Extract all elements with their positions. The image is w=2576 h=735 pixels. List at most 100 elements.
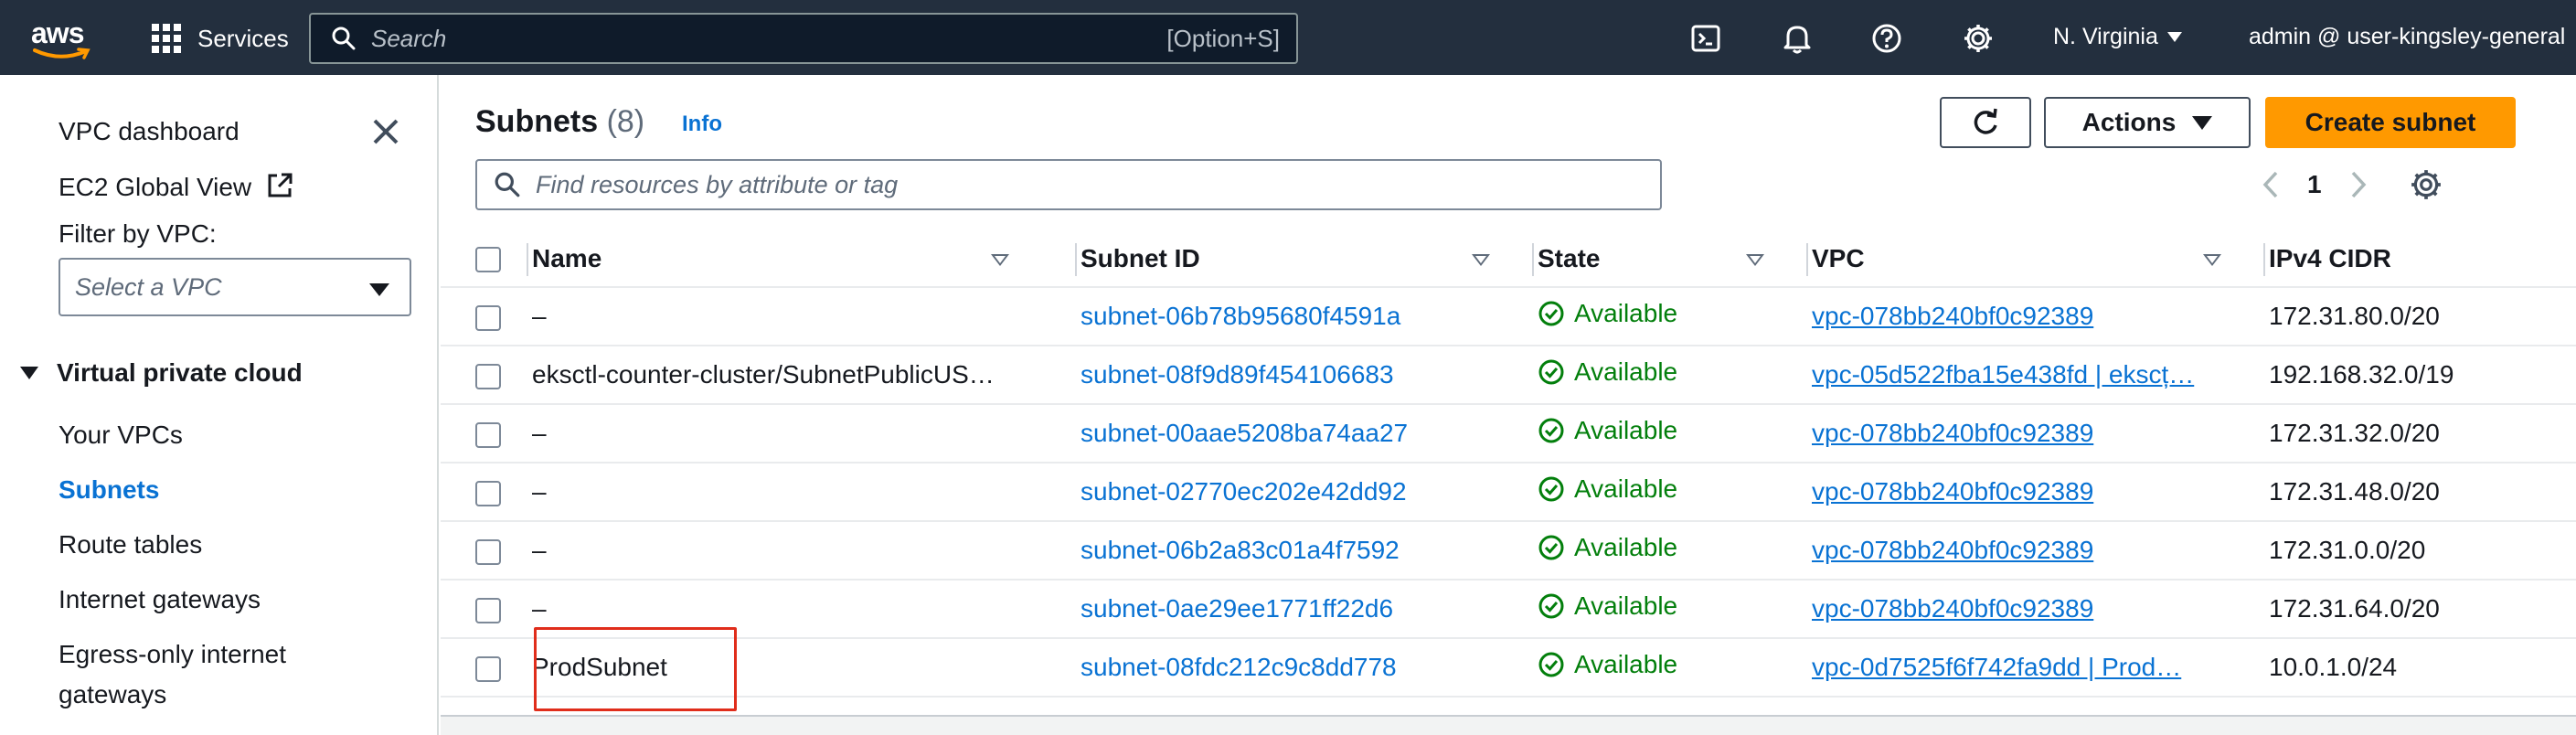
check-circle-icon	[1538, 301, 1564, 326]
row-checkbox[interactable]	[475, 304, 501, 331]
vpc-link[interactable]: vpc-078bb240bf0c92389	[1812, 536, 2093, 564]
subnets-table: Name Subnet ID State VPC IPv4 CIDR – subn…	[441, 230, 2576, 698]
table-row[interactable]: – subnet-06b78b95680f4591a Available vpc-07…	[441, 287, 2576, 346]
page-number[interactable]: 1	[2307, 170, 2322, 199]
row-checkbox[interactable]	[475, 597, 501, 623]
column-header-ipv4-cidr[interactable]: IPv4 CIDR	[2269, 230, 2576, 288]
status-text: Available	[1574, 299, 1678, 327]
account-menu[interactable]: admin @ user-kingsley-general	[2249, 24, 2565, 50]
table-settings-gear-icon[interactable]	[2410, 168, 2443, 201]
services-menu-button[interactable]: Services	[152, 20, 289, 57]
column-header-name[interactable]: Name	[532, 230, 1080, 288]
chevron-left-icon[interactable]	[2260, 169, 2282, 200]
subnet-id-link[interactable]: subnet-06b78b95680f4591a	[1080, 302, 1400, 330]
region-selector[interactable]: N. Virginia	[2053, 24, 2182, 50]
cell-name: ProdSubnet	[532, 638, 1080, 698]
row-checkbox[interactable]	[475, 655, 501, 682]
cell-name: –	[532, 580, 1080, 639]
vpc-link[interactable]: vpc-05d522fba15e438fd | ekscț…	[1812, 360, 2194, 389]
status-text: Available	[1574, 357, 1678, 386]
subnet-id-link[interactable]: subnet-00aae5208ba74aa27	[1080, 419, 1408, 447]
table-row[interactable]: – subnet-06b2a83c01a4f7592 Available vpc-07…	[441, 521, 2576, 581]
sidebar-item-egress-only-internet-gateways-line2[interactable]: gateways	[59, 680, 166, 709]
sidebar-item-internet-gateways[interactable]: Internet gateways	[59, 585, 261, 614]
cell-name: –	[532, 287, 1080, 346]
create-subnet-button[interactable]: Create subnet	[2265, 97, 2516, 148]
vpc-link[interactable]: vpc-078bb240bf0c92389	[1812, 594, 2093, 623]
status-text: Available	[1574, 650, 1678, 678]
sort-icon	[991, 254, 1009, 266]
cell-name: –	[532, 404, 1080, 463]
sidebar-item-egress-only-internet-gateways[interactable]: Egress-only internet	[59, 640, 286, 669]
column-header-subnet-id[interactable]: Subnet ID	[1080, 230, 1538, 288]
help-icon[interactable]	[1868, 20, 1905, 57]
table-row[interactable]: eksctl-counter-cluster/SubnetPublicUS… su…	[441, 346, 2576, 405]
ec2-global-view-label: EC2 Global View	[59, 173, 252, 201]
sidebar-item-subnets[interactable]: Subnets	[59, 475, 159, 505]
sort-icon	[1746, 254, 1764, 266]
main-content: Subnets (8) Info Actions Create subnet 1	[441, 75, 2576, 735]
aws-logo-text: aws	[31, 16, 84, 49]
vpc-link[interactable]: vpc-078bb240bf0c92389	[1812, 477, 2093, 506]
status-indicator: Available	[1538, 474, 1677, 504]
vpc-link[interactable]: vpc-0d7525f6f742fa9dd | Prod…	[1812, 653, 2181, 681]
column-header-vpc[interactable]: VPC	[1812, 230, 2269, 288]
table-row[interactable]: – subnet-0ae29ee1771ff22d6 Available vpc-07…	[441, 580, 2576, 639]
resource-filter-input[interactable]	[536, 170, 1660, 199]
region-label: N. Virginia	[2053, 24, 2158, 49]
horizontal-scrollbar[interactable]	[441, 715, 2576, 735]
vpc-link[interactable]: vpc-078bb240bf0c92389	[1812, 419, 2093, 447]
cell-ipv4-cidr: 10.0.1.0/24	[2269, 638, 2576, 698]
subnet-id-link[interactable]: subnet-06b2a83c01a4f7592	[1080, 536, 1400, 564]
sidebar-link-ec2-global-view[interactable]: EC2 Global View	[59, 172, 293, 202]
expand-triangle-icon	[20, 367, 38, 379]
column-header-state[interactable]: State	[1538, 230, 1812, 288]
vpc-link[interactable]: vpc-078bb240bf0c92389	[1812, 302, 2093, 330]
global-search-box[interactable]: [Option+S]	[309, 13, 1298, 64]
subnet-id-link[interactable]: subnet-02770ec202e42dd92	[1080, 477, 1407, 506]
vpc-filter-select[interactable]: Select a VPC	[59, 258, 411, 316]
resource-filter-box[interactable]	[475, 159, 1662, 210]
search-shortcut-hint: [Option+S]	[1166, 24, 1280, 52]
sidebar-link-vpc-dashboard[interactable]: VPC dashboard	[59, 117, 240, 146]
table-row[interactable]: – subnet-02770ec202e42dd92 Available vpc-07…	[441, 463, 2576, 522]
close-icon[interactable]	[369, 115, 402, 148]
table-row[interactable]: ProdSubnet subnet-08fdc212c9c8dd778 Availa…	[441, 638, 2576, 698]
info-link[interactable]: Info	[682, 112, 722, 137]
section-title: Virtual private cloud	[57, 358, 303, 387]
subnet-id-link[interactable]: subnet-08fdc212c9c8dd778	[1080, 653, 1397, 681]
row-checkbox[interactable]	[475, 538, 501, 565]
sidebar-item-route-tables[interactable]: Route tables	[59, 530, 202, 559]
aws-logo[interactable]: aws	[31, 16, 95, 59]
check-circle-icon	[1538, 476, 1564, 502]
refresh-button[interactable]	[1940, 97, 2031, 148]
row-checkbox[interactable]	[475, 363, 501, 389]
subnet-id-link[interactable]: subnet-0ae29ee1771ff22d6	[1080, 594, 1393, 623]
table-row[interactable]: – subnet-00aae5208ba74aa27 Available vpc-07…	[441, 404, 2576, 463]
row-checkbox[interactable]	[475, 421, 501, 448]
cloudshell-icon[interactable]	[1687, 20, 1724, 57]
check-circle-icon	[1538, 535, 1564, 560]
section-virtual-private-cloud[interactable]: Virtual private cloud	[20, 358, 303, 388]
page-title: Subnets (8)	[475, 104, 644, 140]
select-all-checkbox[interactable]	[475, 247, 501, 273]
cell-name: –	[532, 521, 1080, 581]
notifications-bell-icon[interactable]	[1779, 20, 1815, 57]
settings-gear-icon[interactable]	[1960, 20, 1996, 57]
caret-down-icon	[2192, 115, 2213, 130]
actions-label: Actions	[2081, 108, 2177, 136]
status-indicator: Available	[1538, 416, 1677, 445]
search-icon	[495, 172, 520, 197]
cell-name: –	[532, 463, 1080, 522]
row-checkbox[interactable]	[475, 480, 501, 506]
actions-dropdown-button[interactable]: Actions	[2044, 97, 2251, 148]
check-circle-icon	[1538, 652, 1564, 677]
chevron-right-icon[interactable]	[2347, 169, 2369, 200]
cell-ipv4-cidr: 172.31.64.0/20	[2269, 580, 2576, 639]
status-text: Available	[1574, 474, 1678, 503]
sidebar-item-your-vpcs[interactable]: Your VPCs	[59, 421, 183, 450]
search-icon	[332, 27, 356, 50]
check-circle-icon	[1538, 359, 1564, 385]
global-search-input[interactable]	[371, 24, 1167, 53]
subnet-id-link[interactable]: subnet-08f9d89f454106683	[1080, 360, 1394, 389]
